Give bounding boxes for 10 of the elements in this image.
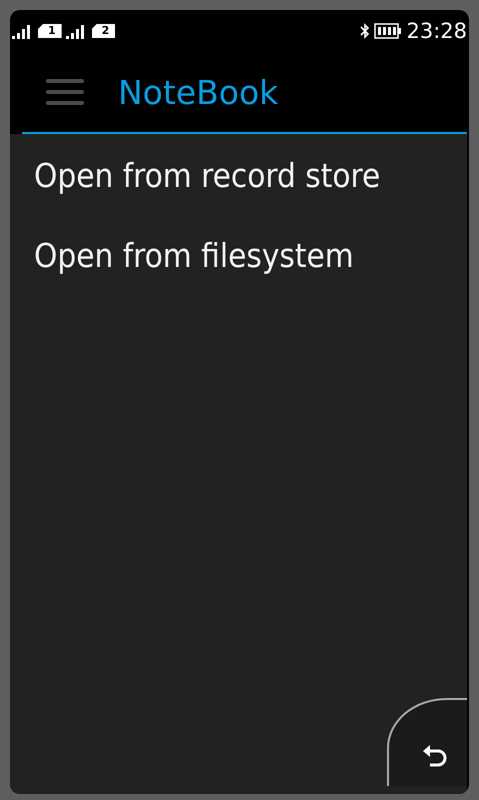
menu-item[interactable]: Open from record store xyxy=(34,152,467,232)
app-title: NoteBook xyxy=(118,72,278,112)
clock-time: 23:28 xyxy=(406,19,467,43)
menu-item[interactable]: Open from filesystem xyxy=(34,232,467,312)
back-button[interactable] xyxy=(387,698,467,786)
sim-badge: 2 xyxy=(92,24,116,38)
battery-icon xyxy=(374,23,402,39)
back-icon xyxy=(422,744,448,768)
bluetooth-icon xyxy=(360,23,370,39)
sim-badge: 1 xyxy=(38,24,62,38)
